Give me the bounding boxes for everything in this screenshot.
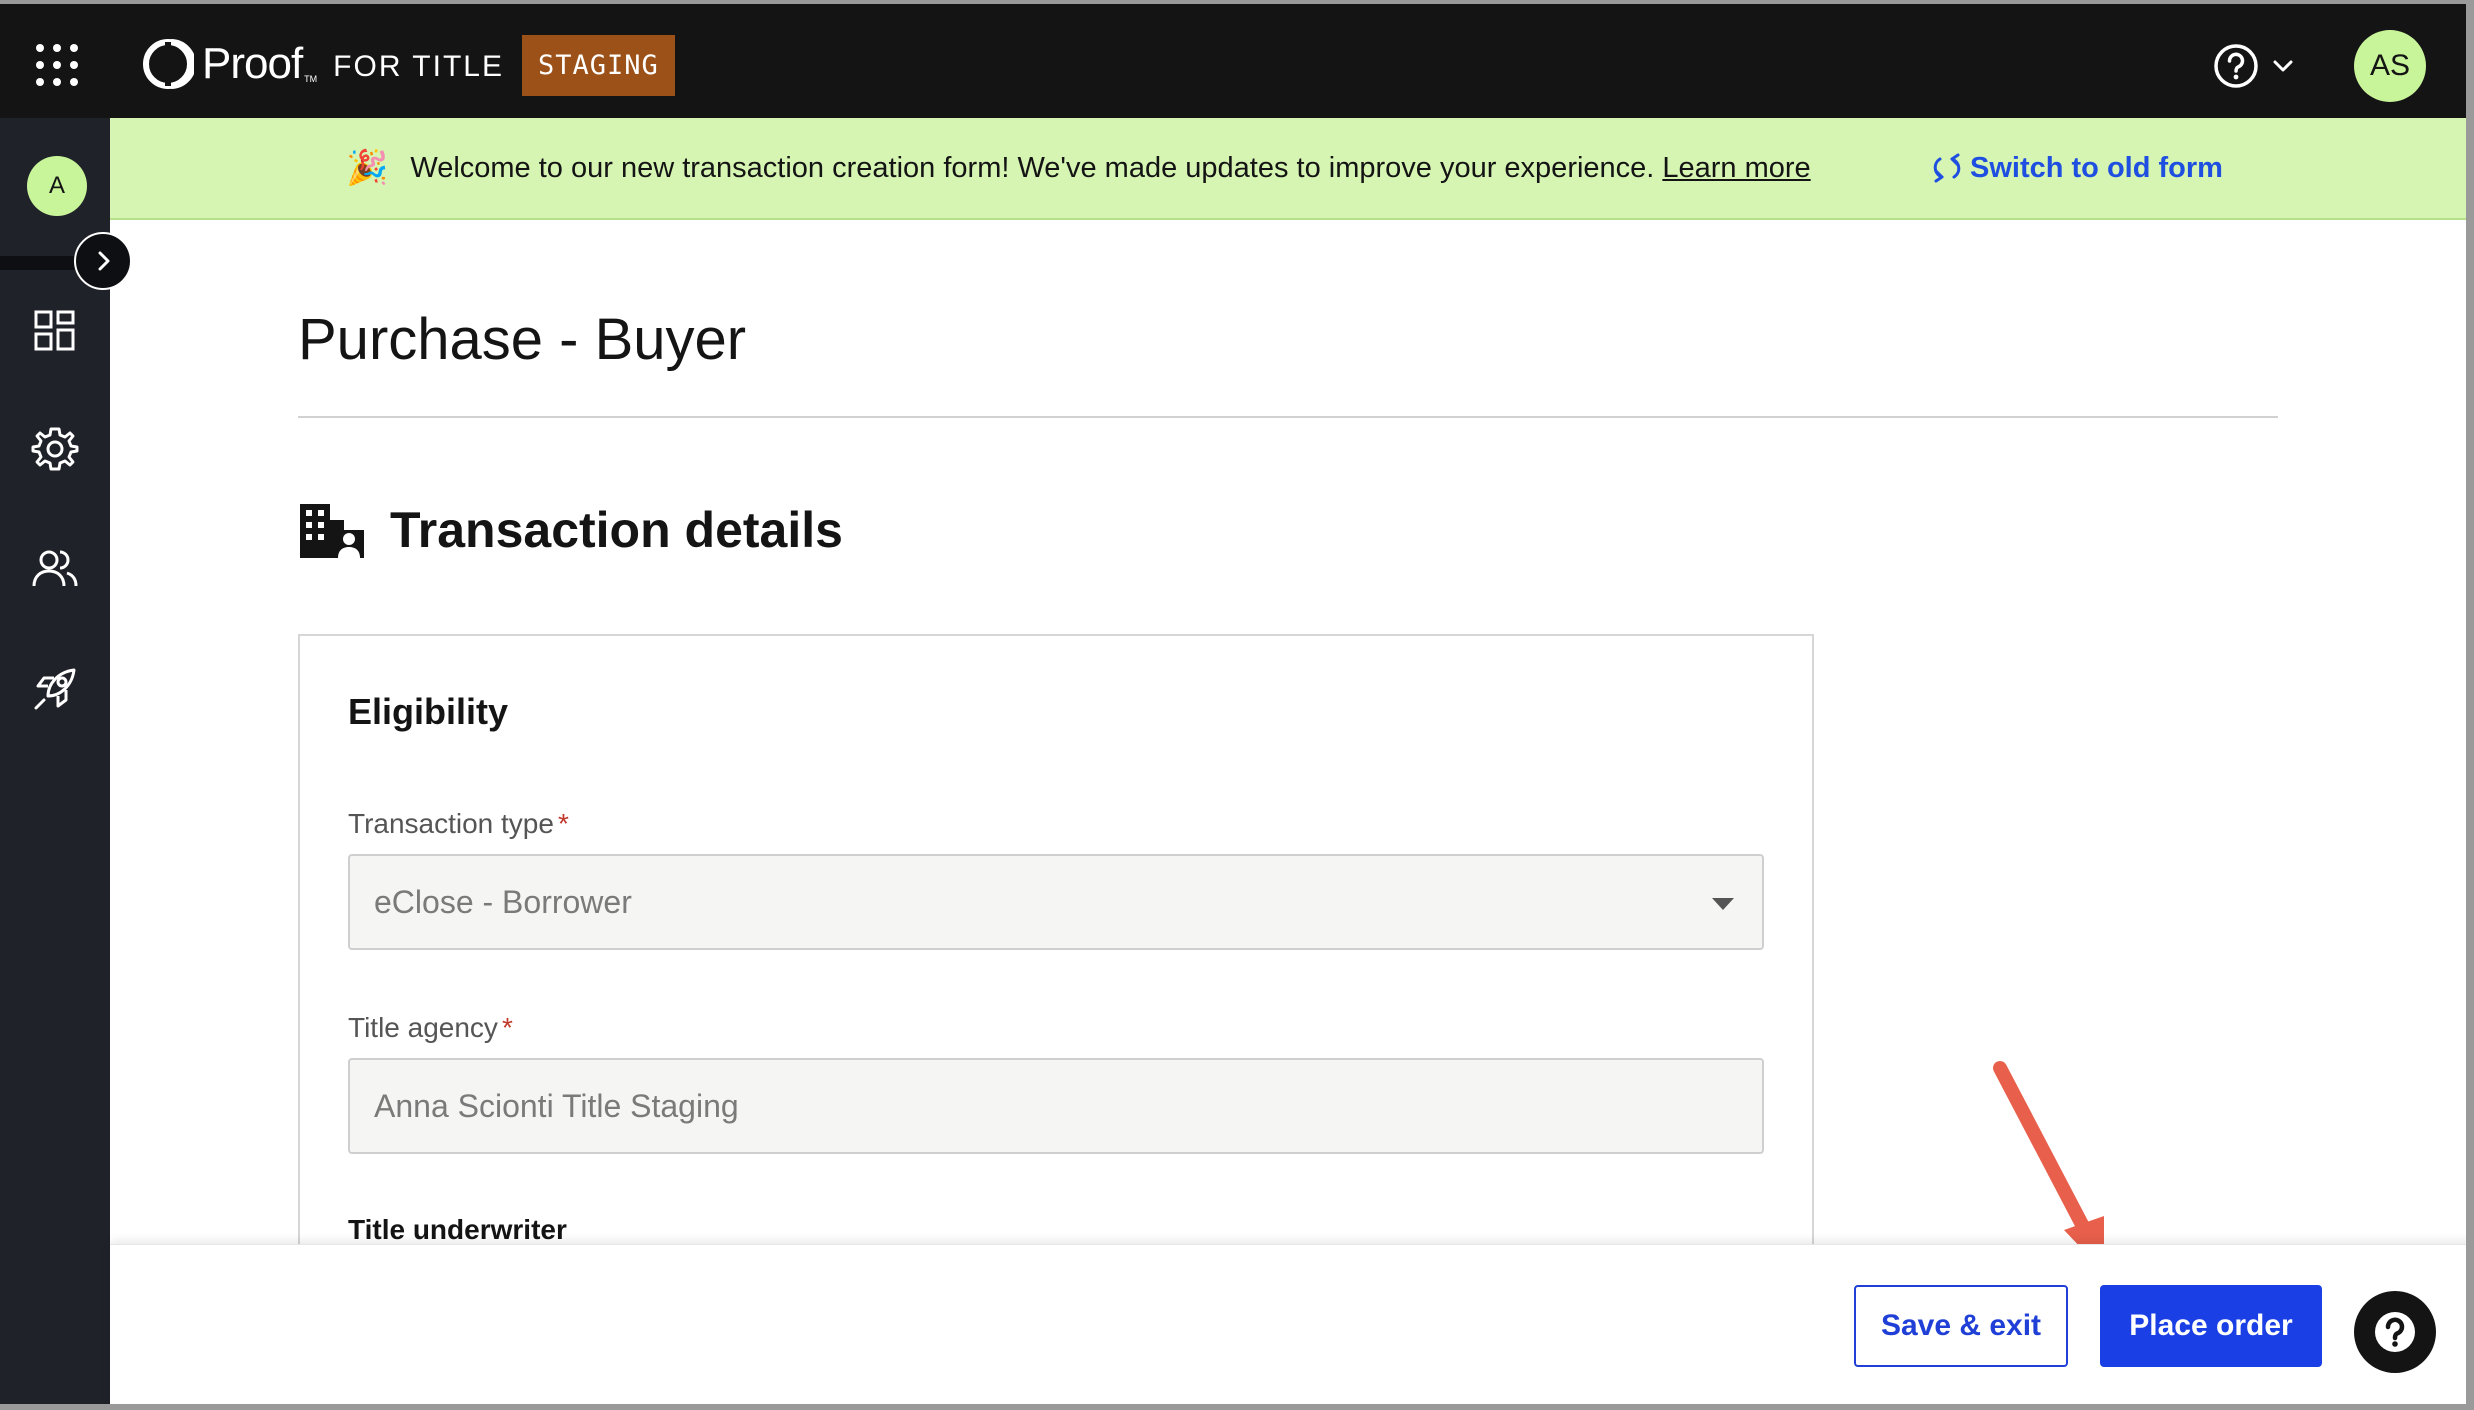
window-frame-bottom: [0, 1404, 2474, 1410]
announcement-banner: 🎉 Welcome to our new transaction creatio…: [110, 118, 2474, 220]
title-agency-label: Title agency *: [348, 1012, 513, 1044]
rocket-icon[interactable]: [30, 664, 80, 714]
eligibility-title: Eligibility: [348, 691, 509, 732]
user-avatar[interactable]: AS: [2354, 30, 2426, 102]
users-icon[interactable]: [30, 544, 80, 594]
proof-logo-mark-icon: [143, 39, 194, 89]
transaction-type-select[interactable]: eClose - Borrower: [348, 854, 1764, 950]
help-circle-icon: [2214, 44, 2258, 88]
banner-content: 🎉 Welcome to our new transaction creatio…: [346, 118, 1811, 218]
required-mark: *: [501, 1012, 513, 1043]
help-menu-button[interactable]: [2212, 42, 2296, 90]
required-mark: *: [557, 808, 569, 839]
gear-icon[interactable]: [30, 424, 80, 474]
switch-to-old-form-label: Switch to old form: [1970, 151, 2223, 184]
caret-down-icon: [1712, 898, 1734, 910]
logo-text: Proof: [202, 39, 303, 88]
environment-badge: STAGING: [522, 35, 675, 96]
party-popper-icon: 🎉: [346, 149, 389, 187]
help-circle-icon: [2375, 1312, 2415, 1352]
sidebar: A: [0, 118, 110, 1410]
banner-message: Welcome to our new transaction creation …: [410, 151, 1655, 184]
place-order-button[interactable]: Place order: [2100, 1285, 2322, 1367]
title-underwriter-label: Title underwriter: [348, 1214, 567, 1245]
logo-subtitle: FOR TITLE: [333, 50, 504, 83]
transaction-type-value: eClose - Borrower: [374, 883, 632, 920]
page-title: Purchase - Buyer: [298, 307, 747, 372]
action-footer: Save & exit Place order: [110, 1244, 2474, 1410]
title-agency-label-text: Title agency: [348, 1012, 498, 1043]
learn-more-link[interactable]: Learn more: [1662, 152, 1810, 185]
switch-to-old-form-link[interactable]: Switch to old form: [1932, 118, 2223, 218]
building-person-icon: [300, 504, 364, 558]
logo-trademark: TM: [304, 74, 318, 84]
chevron-down-icon: [2273, 60, 2293, 72]
section-title: Transaction details: [390, 502, 843, 558]
switch-arrows-icon: [1933, 153, 1961, 183]
app-grid-icon[interactable]: [36, 44, 78, 86]
eligibility-card: Eligibility Transaction type * eClose - B…: [298, 634, 1814, 1334]
window-frame-right: [2466, 0, 2474, 1410]
top-bar: Proof TM FOR TITLE STAGING AS: [0, 0, 2474, 118]
title-divider: [298, 416, 2278, 418]
transaction-type-label-text: Transaction type: [348, 808, 554, 839]
title-agency-field[interactable]: Anna Scionti Title Staging: [348, 1058, 1764, 1154]
section-header: Transaction details: [298, 500, 843, 560]
help-fab-button[interactable]: [2354, 1291, 2436, 1373]
dashboard-icon[interactable]: [30, 306, 80, 356]
title-agency-value: Anna Scionti Title Staging: [374, 1087, 739, 1124]
save-exit-button[interactable]: Save & exit: [1854, 1285, 2068, 1367]
sidebar-org-avatar[interactable]: A: [27, 156, 87, 216]
proof-logo[interactable]: Proof TM FOR TITLE: [142, 34, 504, 94]
sidebar-expand-button[interactable]: [74, 232, 132, 290]
transaction-type-label: Transaction type *: [348, 808, 569, 840]
chevron-right-icon: [98, 251, 110, 271]
